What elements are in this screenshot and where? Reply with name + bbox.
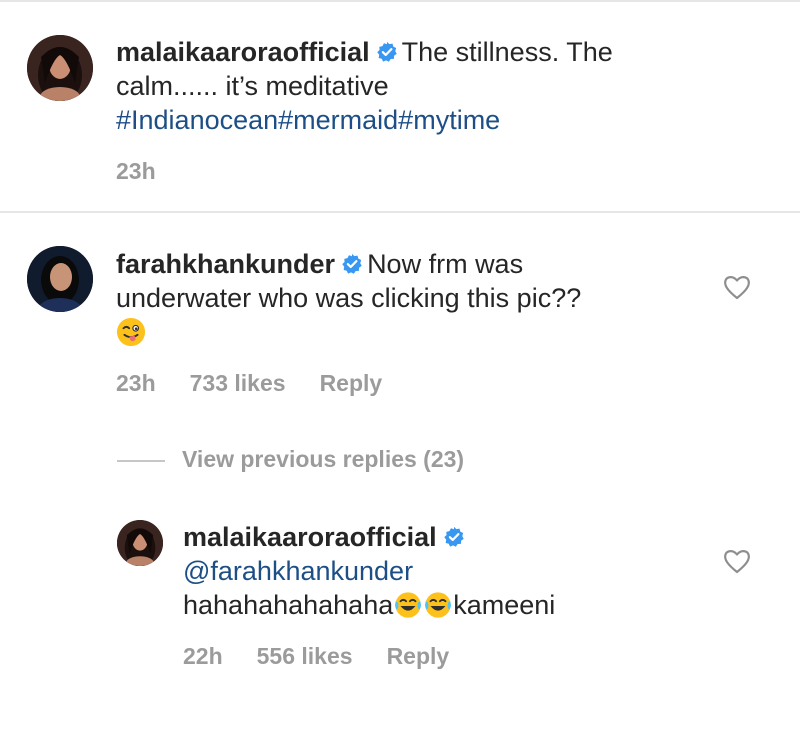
reply-text-suffix: kameeni xyxy=(453,590,556,620)
reply-body: malaikaaroraofficial @farahkhankunder ha… xyxy=(183,520,703,622)
caption-time: 23h xyxy=(116,158,156,184)
verified-badge-icon xyxy=(443,526,464,547)
reply-reply-button[interactable]: Reply xyxy=(387,643,450,669)
view-previous-dash xyxy=(117,460,165,462)
top-divider xyxy=(0,0,800,2)
verified-badge-icon xyxy=(342,253,362,274)
caption-text-line1: The stillness. The xyxy=(401,37,613,67)
reply-meta: 22h 556 likes Reply xyxy=(183,643,483,670)
winking-tongue-emoji xyxy=(116,317,146,347)
tears-of-joy-emoji xyxy=(395,592,422,618)
avatar-malaikaaroraofficial[interactable] xyxy=(27,35,93,101)
reply-username[interactable]: malaikaaroraofficial xyxy=(183,522,437,552)
reply-likes[interactable]: 556 likes xyxy=(257,643,353,669)
comment-meta: 23h 733 likes Reply xyxy=(116,370,416,397)
comment-time: 23h xyxy=(116,370,156,396)
comment-reply-button[interactable]: Reply xyxy=(320,370,383,396)
caption-hashtags[interactable]: #Indianocean#mermaid#mytime xyxy=(116,105,500,135)
comment-likes[interactable]: 733 likes xyxy=(190,370,286,396)
view-previous-replies-button[interactable]: View previous replies (23) xyxy=(182,446,464,473)
comment-text-line1: Now frm was xyxy=(367,249,524,279)
caption-text-line2: calm...... it’s meditative xyxy=(116,71,389,101)
caption-divider xyxy=(0,211,800,213)
reply-text-prefix: hahahahahahaha xyxy=(183,590,394,620)
heart-outline-icon[interactable] xyxy=(723,274,751,300)
caption-meta: 23h xyxy=(116,158,190,185)
reply-mention[interactable]: @farahkhankunder xyxy=(183,556,413,586)
post-caption: malaikaaroraofficial The stillness. The c… xyxy=(116,35,776,137)
comment-text-line2: underwater who was clicking this pic?? xyxy=(116,283,582,313)
comment-username[interactable]: farahkhankunder xyxy=(116,249,335,279)
comment-body: farahkhankunder Now frm was underwater wh… xyxy=(116,247,716,349)
verified-badge-icon xyxy=(376,41,397,62)
reply-time: 22h xyxy=(183,643,223,669)
heart-outline-icon[interactable] xyxy=(723,548,751,574)
avatar-farahkhankunder[interactable] xyxy=(27,246,93,312)
tears-of-joy-emoji xyxy=(425,592,452,618)
caption-username[interactable]: malaikaaroraofficial xyxy=(116,37,370,67)
avatar-reply-malaikaaroraofficial[interactable] xyxy=(117,520,163,566)
